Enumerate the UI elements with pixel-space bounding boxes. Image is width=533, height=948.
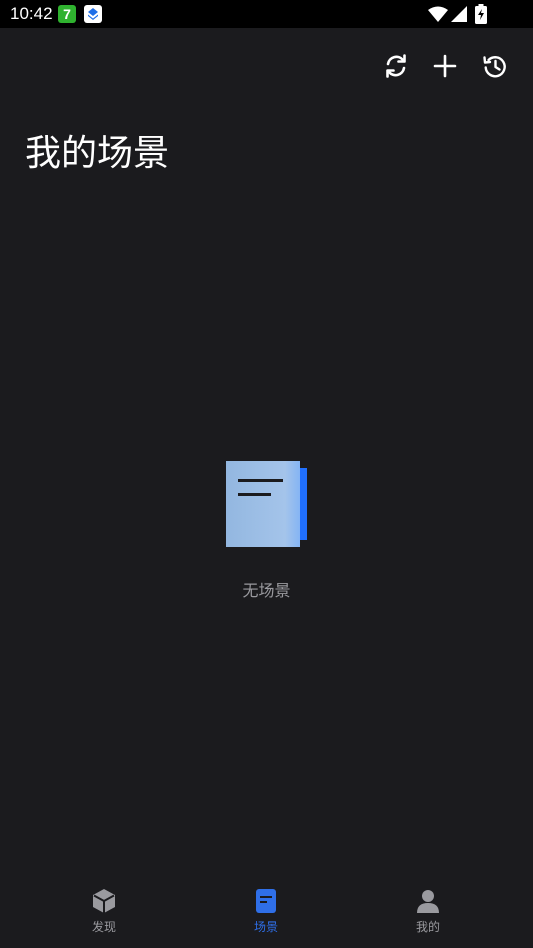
plus-icon [433,54,457,78]
stack-app-icon [84,5,102,23]
nav-tab-scenes[interactable]: 场景 [177,876,355,948]
battery-charging-icon [475,4,487,24]
add-button[interactable] [429,50,461,82]
sync-button[interactable] [380,50,412,82]
cube-icon [93,889,115,913]
seven-app-icon: 7 [58,5,76,23]
person-icon [417,890,439,913]
status-bar: 10:42 7 [0,0,533,28]
history-button[interactable] [479,50,511,82]
bottom-navigation: 发现 场景 我的 [0,876,533,948]
empty-state-label: 无场景 [242,581,291,600]
signal-icon [451,6,467,22]
system-status-icons [413,0,533,28]
refresh-icon [386,54,406,78]
document-icon [226,461,308,547]
status-time: 10:42 [10,4,53,23]
scene-doc-icon [256,889,276,913]
nav-label-discover: 发现 [91,920,116,934]
seven-app-badge: 7 [63,6,71,22]
history-icon [483,56,506,78]
nav-tab-mine[interactable]: 我的 [339,876,517,948]
nav-tab-discover[interactable]: 发现 [15,876,193,948]
page-title: 我的场景 [25,133,170,174]
nav-label-scenes: 场景 [253,920,278,934]
nav-label-mine: 我的 [415,920,440,934]
wifi-icon [428,6,448,22]
